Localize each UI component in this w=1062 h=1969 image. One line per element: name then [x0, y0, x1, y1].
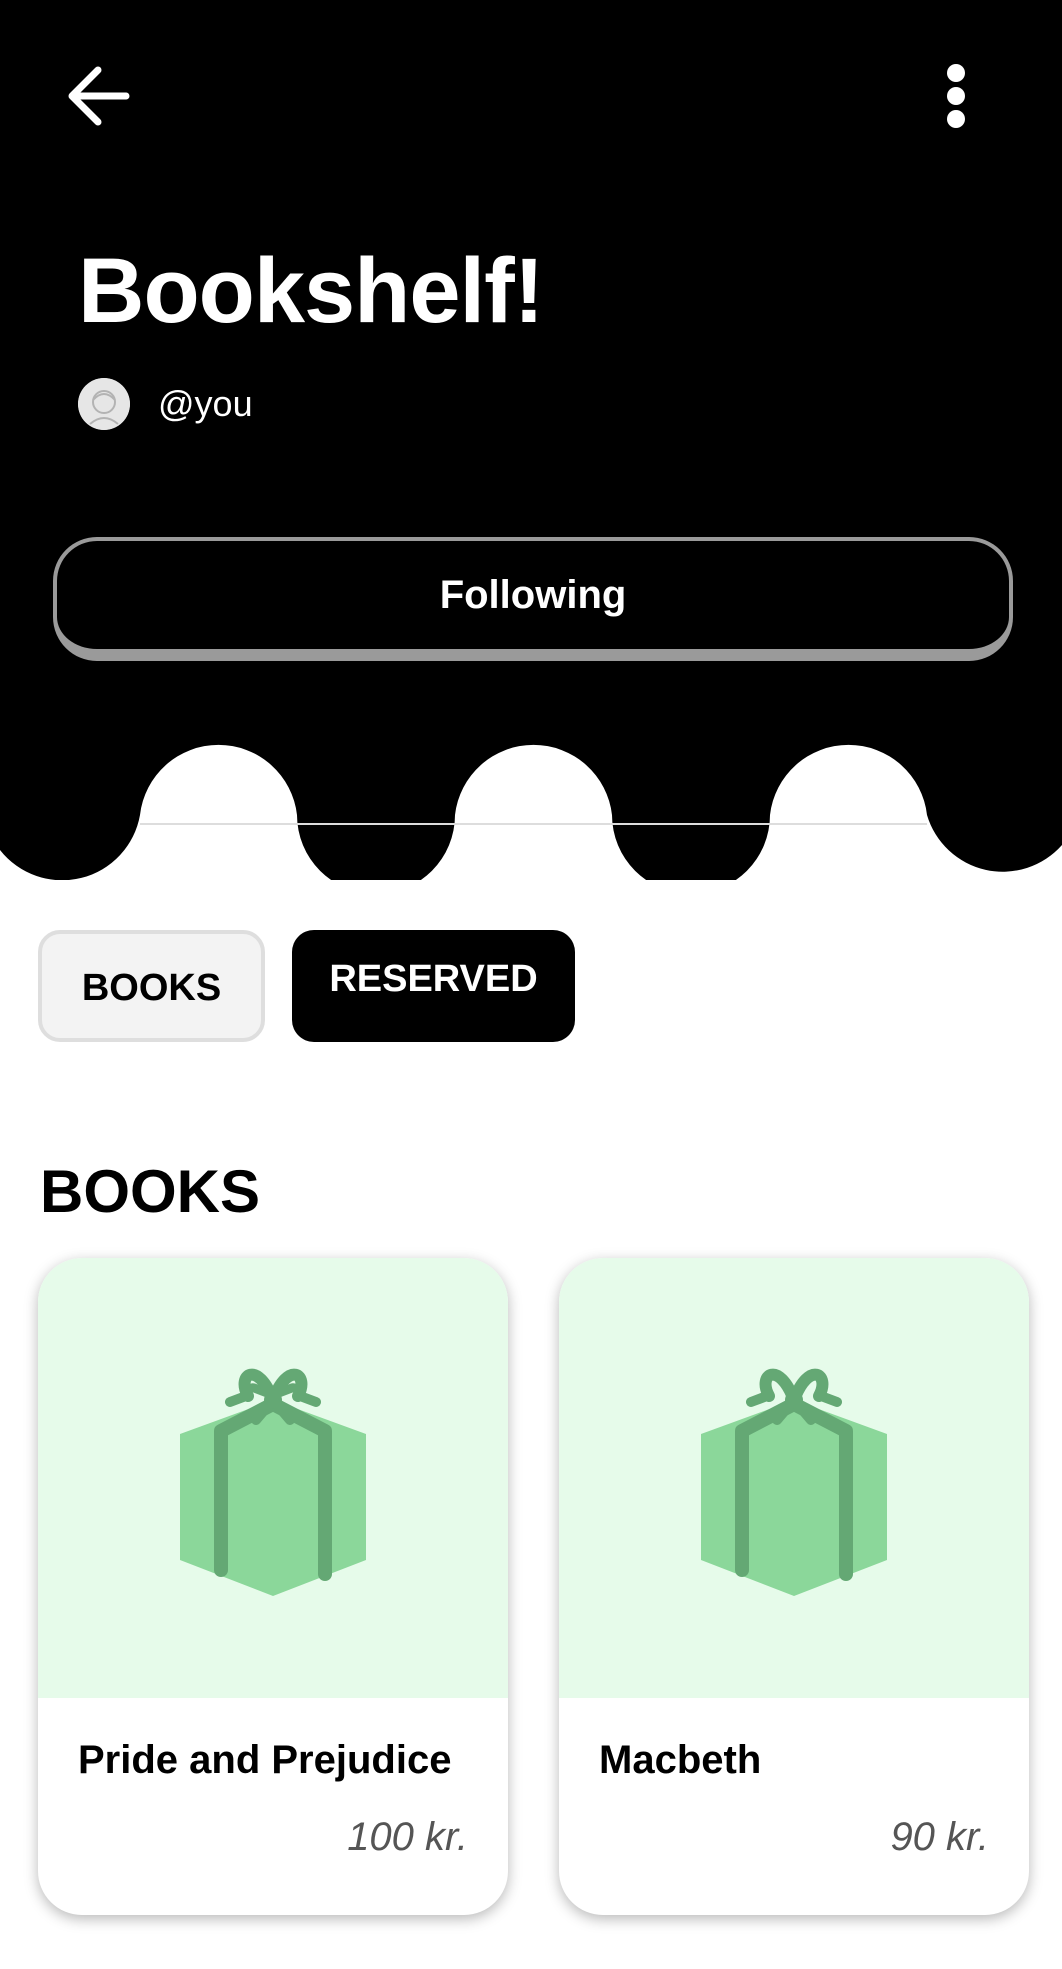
tab-reserved[interactable]: RESERVED — [292, 930, 575, 1042]
tab-bar: BOOKS RESERVED — [38, 930, 575, 1042]
profile-header: Bookshelf! @you Following — [0, 0, 1062, 880]
person-icon — [78, 378, 130, 430]
book-image — [38, 1258, 508, 1698]
arrow-left-icon — [68, 66, 130, 126]
book-grid: Pride and Prejudice 100 kr. Macbeth 90 k… — [38, 1258, 1029, 1915]
owner-handle[interactable]: @you — [158, 383, 253, 425]
back-button[interactable] — [60, 58, 140, 138]
header-wave-background — [0, 0, 1062, 880]
more-options-button[interactable] — [915, 58, 995, 138]
book-card[interactable]: Macbeth 90 kr. — [559, 1258, 1029, 1915]
book-image — [559, 1258, 1029, 1698]
tab-books[interactable]: BOOKS — [38, 930, 265, 1042]
avatar[interactable] — [78, 378, 130, 430]
section-title: BOOKS — [40, 1158, 261, 1225]
book-title: Pride and Prejudice — [78, 1738, 452, 1782]
following-button[interactable]: Following — [53, 537, 1013, 661]
book-price: 100 kr. — [347, 1815, 468, 1859]
gift-icon — [180, 1368, 366, 1596]
book-price: 90 kr. — [890, 1815, 989, 1859]
book-card[interactable]: Pride and Prejudice 100 kr. — [38, 1258, 508, 1915]
owner-info: @you — [78, 378, 253, 430]
gift-icon — [701, 1368, 887, 1596]
more-vertical-icon — [947, 64, 965, 128]
book-title: Macbeth — [599, 1738, 762, 1782]
page-title: Bookshelf! — [78, 240, 544, 342]
